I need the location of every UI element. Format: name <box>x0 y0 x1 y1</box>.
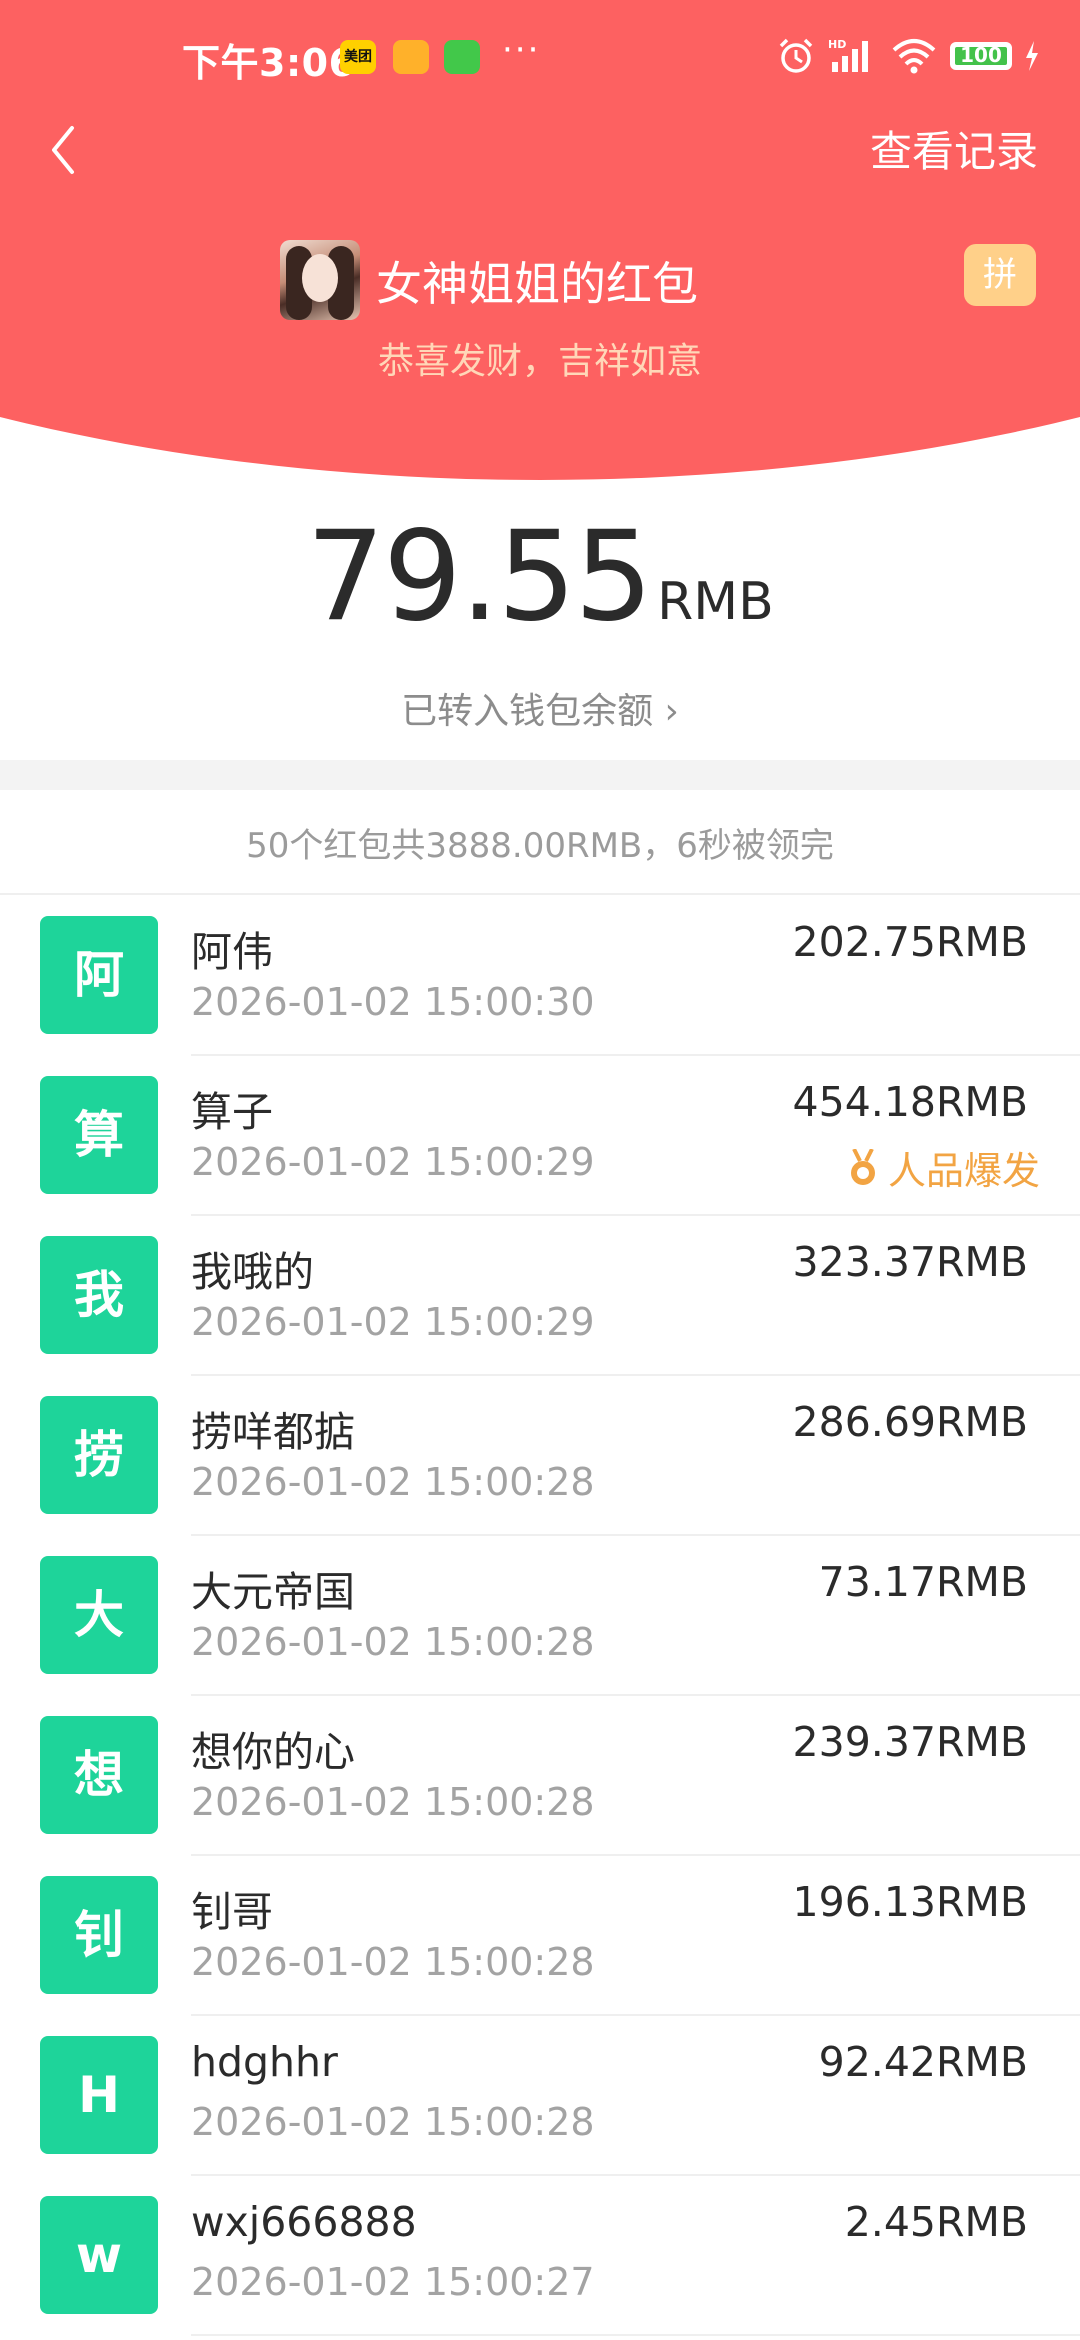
claim-amount: 92.42RMB <box>818 2038 1028 2086</box>
wallet-balance-link[interactable]: 已转入钱包余额 › <box>0 682 1080 734</box>
list-item[interactable]: 捞 捞咩都掂 2026-01-02 15:00:28 286.69RMB <box>0 1376 1080 1536</box>
lucky-draw-badge: 拼 <box>964 244 1036 306</box>
list-item[interactable]: 钊 钊哥 2026-01-02 15:00:28 196.13RMB <box>0 1856 1080 2016</box>
meituan-app-icon: 美团 <box>340 40 376 74</box>
claim-amount: 323.37RMB <box>792 1238 1028 1286</box>
claimer-name: wxj666888 <box>191 2198 417 2246</box>
avatar: 捞 <box>40 1396 158 1514</box>
list-item[interactable]: 想 想你的心 2026-01-02 15:00:28 239.37RMB <box>0 1696 1080 1856</box>
claimer-name: 算子 <box>191 1088 273 1136</box>
list-item[interactable]: 算 算子 2026-01-02 15:00:29 454.18RMB 人品爆发 <box>0 1056 1080 1216</box>
amount-unit: RMB <box>657 572 774 632</box>
packet-summary: 50个红包共3888.00RMB，6秒被领完 <box>246 826 834 866</box>
tools-app-icon <box>444 40 480 74</box>
avatar: 想 <box>40 1716 158 1834</box>
claim-time: 2026-01-02 15:00:28 <box>191 1620 595 1664</box>
svg-text:HD: HD <box>828 38 846 51</box>
received-amount: 79.55 RMB <box>0 505 1080 649</box>
claim-amount: 202.75RMB <box>792 918 1028 966</box>
claim-time: 2026-01-02 15:00:28 <box>191 1940 595 1984</box>
claimer-name: 想你的心 <box>191 1728 355 1776</box>
avatar: 算 <box>40 1076 158 1194</box>
alarm-icon <box>779 38 813 73</box>
avatar: 我 <box>40 1236 158 1354</box>
claimer-name: 大元帝国 <box>191 1568 355 1616</box>
wifi-icon <box>892 39 936 74</box>
claim-time: 2026-01-02 15:00:30 <box>191 980 595 1024</box>
claim-time: 2026-01-02 15:00:27 <box>191 2260 595 2304</box>
claimer-name: hdghhr <box>191 2038 338 2086</box>
best-luck-label: 人品爆发 <box>887 1149 1040 1193</box>
battery-icon: 100 <box>950 42 1012 70</box>
list-item[interactable]: 大 大元帝国 2026-01-02 15:00:28 73.17RMB <box>0 1536 1080 1696</box>
more-notifications-icon: ··· <box>502 30 541 70</box>
medal-icon <box>850 1148 875 1185</box>
greeting-text: 恭喜发财，吉祥如意 <box>377 341 702 382</box>
charging-bolt-icon <box>1026 41 1038 71</box>
avatar: 阿 <box>40 916 158 1034</box>
claim-time: 2026-01-02 15:00:29 <box>191 1300 595 1344</box>
status-bar: 下午3:06 美团 ··· HD 100 <box>0 0 1080 120</box>
sender-avatar <box>280 240 360 320</box>
claim-list: 阿 阿伟 2026-01-02 15:00:30 202.75RMB 算 算子 … <box>0 896 1080 2336</box>
best-luck-badge: 人品爆发 <box>846 1140 1040 1195</box>
claim-amount: 286.69RMB <box>792 1398 1028 1446</box>
avatar: 钊 <box>40 1876 158 1994</box>
claim-amount: 239.37RMB <box>792 1718 1028 1766</box>
claimer-name: 捞咩都掂 <box>191 1408 355 1456</box>
claimer-name: 我哦的 <box>191 1248 314 1296</box>
avatar: w <box>40 2196 158 2314</box>
status-time: 下午3:06 <box>182 41 356 85</box>
list-item[interactable]: H hdghhr 2026-01-02 15:00:28 92.42RMB <box>0 2016 1080 2176</box>
claim-time: 2026-01-02 15:00:28 <box>191 2100 595 2144</box>
claim-amount: 196.13RMB <box>792 1878 1028 1926</box>
claim-time: 2026-01-02 15:00:29 <box>191 1140 595 1184</box>
status-right-group: HD 100 <box>776 34 1040 78</box>
red-packet-title: 女神姐姐的红包 <box>376 257 698 311</box>
claim-time: 2026-01-02 15:00:28 <box>191 1780 595 1824</box>
claim-time: 2026-01-02 15:00:28 <box>191 1460 595 1504</box>
view-records-link[interactable]: 查看记录 <box>870 118 1038 179</box>
list-item[interactable]: 我 我哦的 2026-01-02 15:00:29 323.37RMB <box>0 1216 1080 1376</box>
chevron-left-icon[interactable] <box>42 118 90 182</box>
claim-amount: 2.45RMB <box>844 2198 1028 2246</box>
section-divider <box>0 760 1080 790</box>
claimer-name: 钊哥 <box>191 1888 273 1936</box>
list-item[interactable]: w wxj666888 2026-01-02 15:00:27 2.45RMB <box>0 2176 1080 2336</box>
battery-level: 100 <box>960 43 1002 67</box>
summary-divider <box>0 893 1080 895</box>
amount-value: 79.55 <box>306 505 653 649</box>
list-item[interactable]: 阿 阿伟 2026-01-02 15:00:30 202.75RMB <box>0 896 1080 1056</box>
claimer-name: 阿伟 <box>191 928 273 976</box>
avatar: 大 <box>40 1556 158 1674</box>
claim-amount: 73.17RMB <box>818 1558 1028 1606</box>
notes-app-icon <box>393 40 429 74</box>
claim-amount: 454.18RMB <box>792 1078 1028 1126</box>
avatar: H <box>40 2036 158 2154</box>
signal-icon: HD <box>828 38 868 72</box>
